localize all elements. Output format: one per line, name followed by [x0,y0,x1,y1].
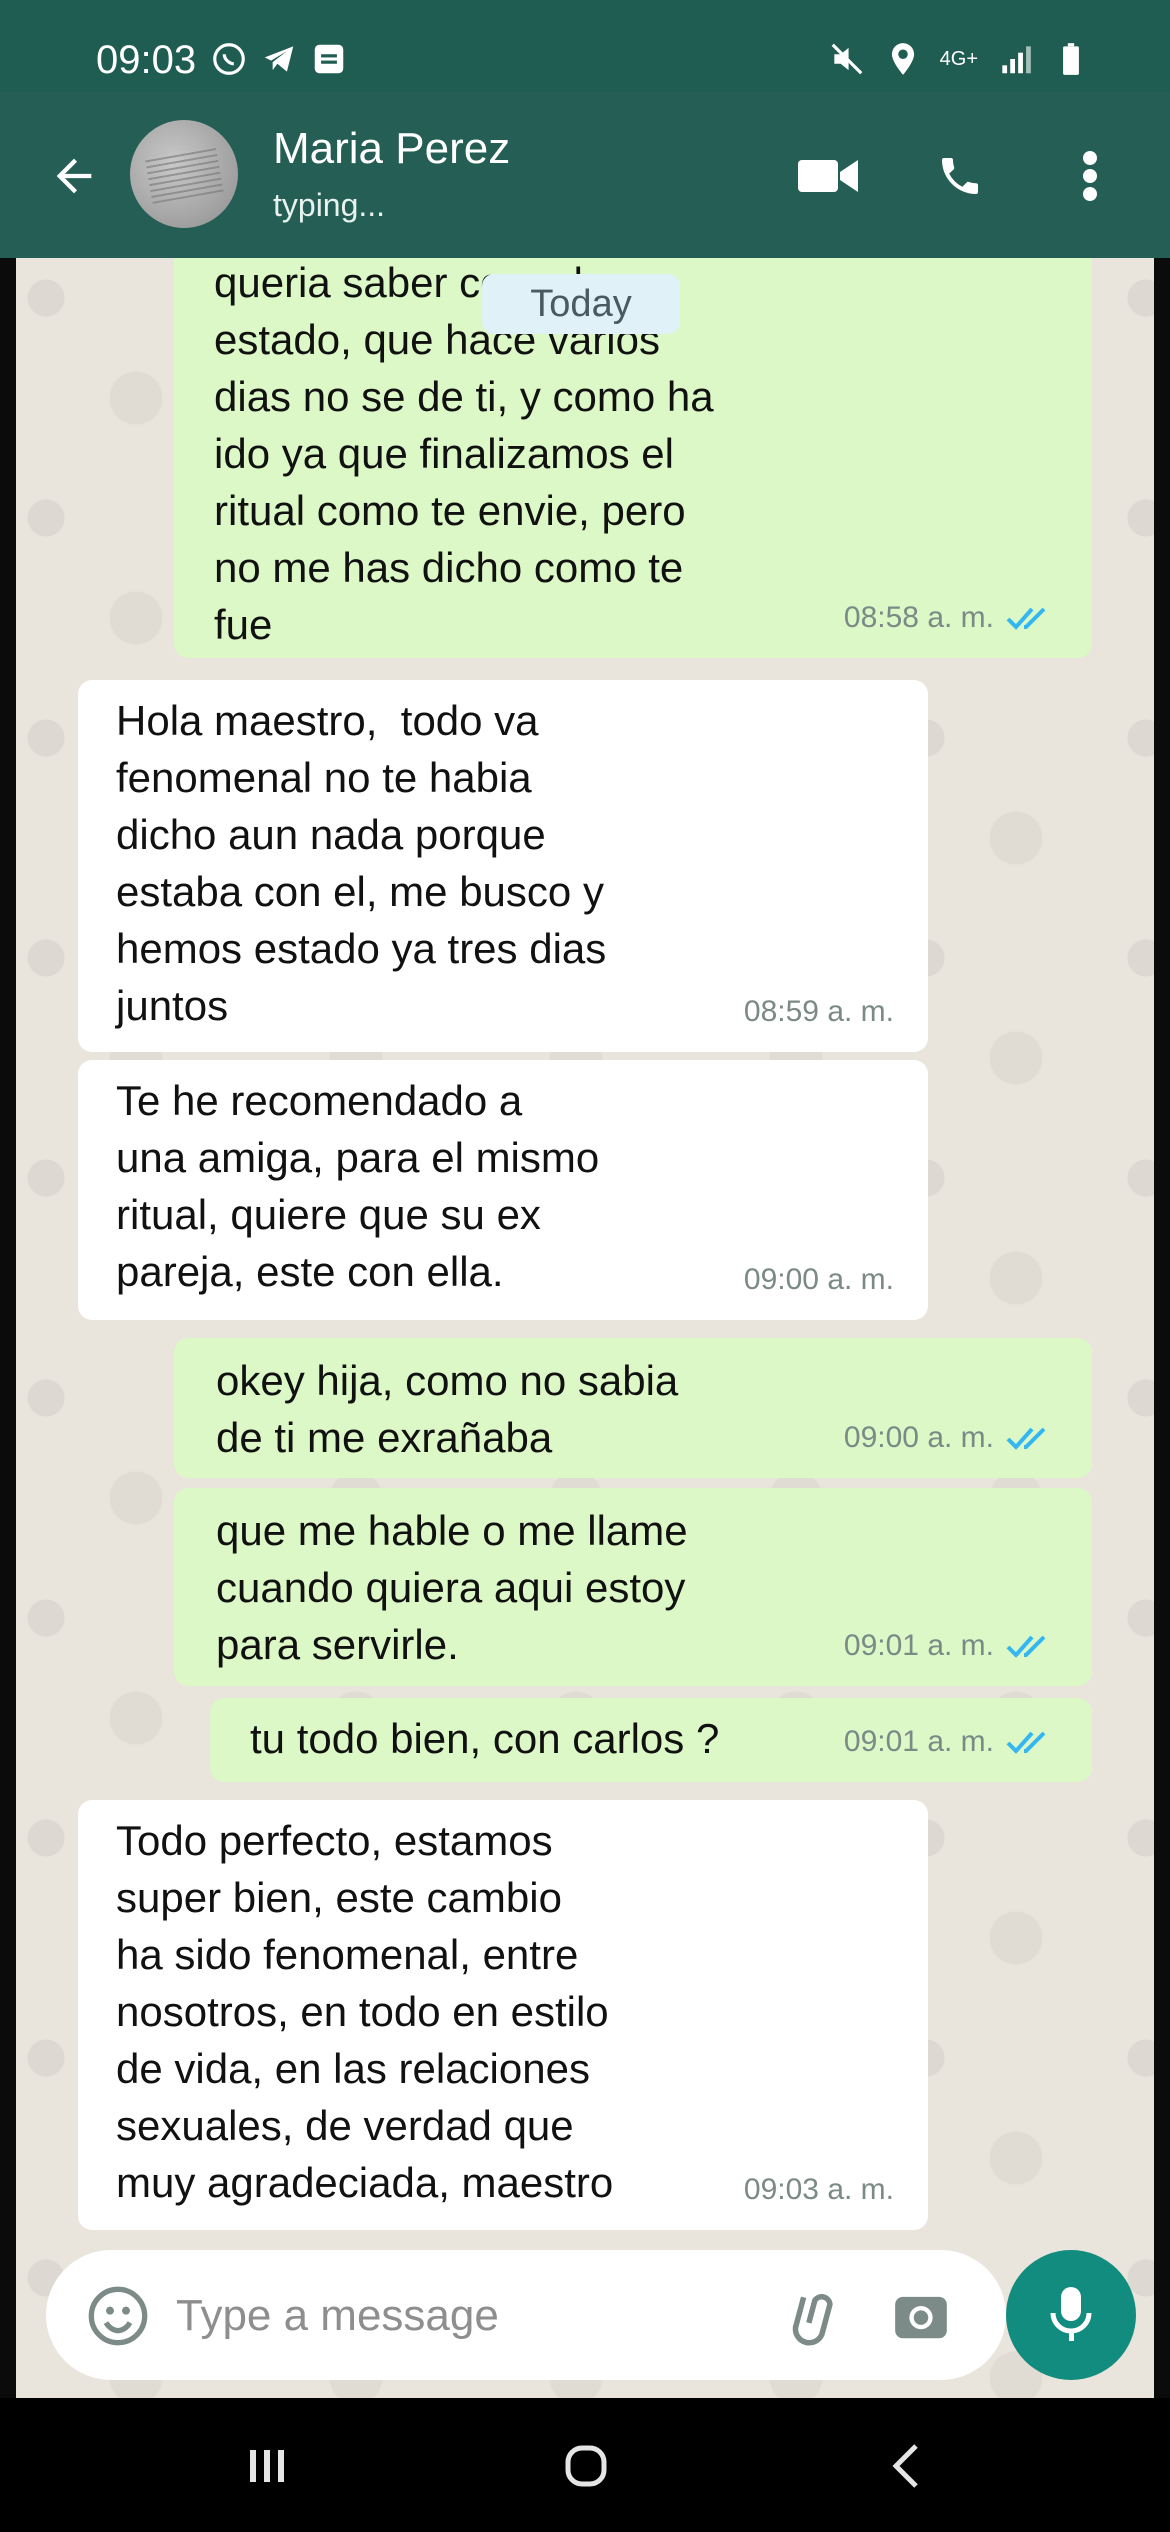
status-system-icons: 4G+ [828,40,1090,78]
voice-message-button[interactable] [1006,2250,1136,2380]
chat-header: Maria Perez typing... [0,92,1170,258]
back-nav-button[interactable] [876,2444,936,2488]
more-vert-icon [1083,151,1097,201]
recents-button[interactable] [238,2444,298,2488]
message-list[interactable]: queria saber como has estado, que hace v… [16,258,1154,2398]
message-bubble[interactable]: Te he recomendado a una amiga, para el m… [78,1060,928,1320]
network-type: 4G+ [939,47,978,70]
message-time: 09:01 a. m. [843,1629,994,1662]
back-nav-icon [892,2444,918,2488]
whatsapp-icon [213,43,245,75]
message-text: tu todo bien, con carlos ? [250,1715,720,1762]
status-notification-icons [210,40,348,78]
message-bubble[interactable]: okey hija, como no sabia de ti me exraña… [174,1338,1092,1478]
status-time: 09:03 [96,38,197,82]
message-input[interactable] [174,2280,778,2352]
back-arrow-icon[interactable] [48,150,100,202]
camera-icon[interactable] [890,2284,952,2346]
message-bubble[interactable]: Hola maestro, todo va fenomenal no te ha… [78,680,928,1052]
emoji-icon[interactable] [86,2284,150,2348]
message-meta: 08:58 a. m. [844,589,1058,646]
message-time: 08:59 a. m. [743,995,894,1028]
mic-icon [1050,2287,1092,2341]
message-text: Te he recomendado a una amiga, para el m… [116,1077,600,1295]
message-time: 09:00 a. m. [743,1263,894,1296]
read-receipt-icon [1006,1635,1046,1658]
message-meta: 09:01 a. m. [844,1713,1058,1770]
attach-icon[interactable] [784,2282,850,2348]
phone-icon [942,158,978,194]
message-time: 09:03 a. m. [743,2173,894,2206]
video-call-button[interactable] [796,144,860,208]
message-meta: 08:59 a. m. [744,983,894,1040]
message-meta: 09:03 a. m. [744,2161,894,2218]
signal-icon [1002,46,1031,74]
home-button[interactable] [556,2444,616,2488]
read-receipt-icon [1006,607,1046,630]
message-text: okey hija, como no sabia de ti me exraña… [216,1357,679,1461]
message-text: Todo perfecto, estamos super bien, este … [116,1817,614,2206]
contact-name[interactable]: Maria Perez [273,124,510,174]
message-text: que me hable o me llame cuando quiera aq… [216,1507,688,1668]
voice-call-button[interactable] [928,144,992,208]
message-time: 09:00 a. m. [843,1421,994,1454]
message-time: 08:58 a. m. [843,601,994,634]
message-bubble[interactable]: tu todo bien, con carlos ? 09:01 a. m. [210,1698,1092,1782]
message-time: 09:01 a. m. [843,1725,994,1758]
avatar[interactable] [130,120,238,228]
date-separator: Today [482,274,680,334]
message-meta: 09:00 a. m. [844,1409,1058,1466]
message-text: Hola maestro, todo va fenomenal no te ha… [116,697,607,1029]
message-meta: 09:00 a. m. [744,1251,894,1308]
home-icon [565,2445,607,2487]
mute-icon [831,43,863,75]
jobtoday-icon [314,44,344,74]
message-bubble[interactable]: que me hable o me llame cuando quiera aq… [174,1488,1092,1686]
message-meta: 09:01 a. m. [844,1617,1058,1674]
read-receipt-icon [1006,1427,1046,1450]
system-nav-bar [0,2398,1170,2532]
read-receipt-icon [1006,1731,1046,1754]
battery-icon [1063,43,1079,75]
contact-status: typing... [273,187,386,223]
more-options-button[interactable] [1058,144,1122,208]
video-call-icon [798,160,858,192]
recents-icon [250,2450,284,2482]
status-bar: 09:03 4G+ [0,0,1170,92]
telegram-icon [264,46,294,72]
location-icon [891,43,914,75]
message-composer [46,2250,1006,2380]
message-bubble[interactable]: Todo perfecto, estamos super bien, este … [78,1800,928,2230]
